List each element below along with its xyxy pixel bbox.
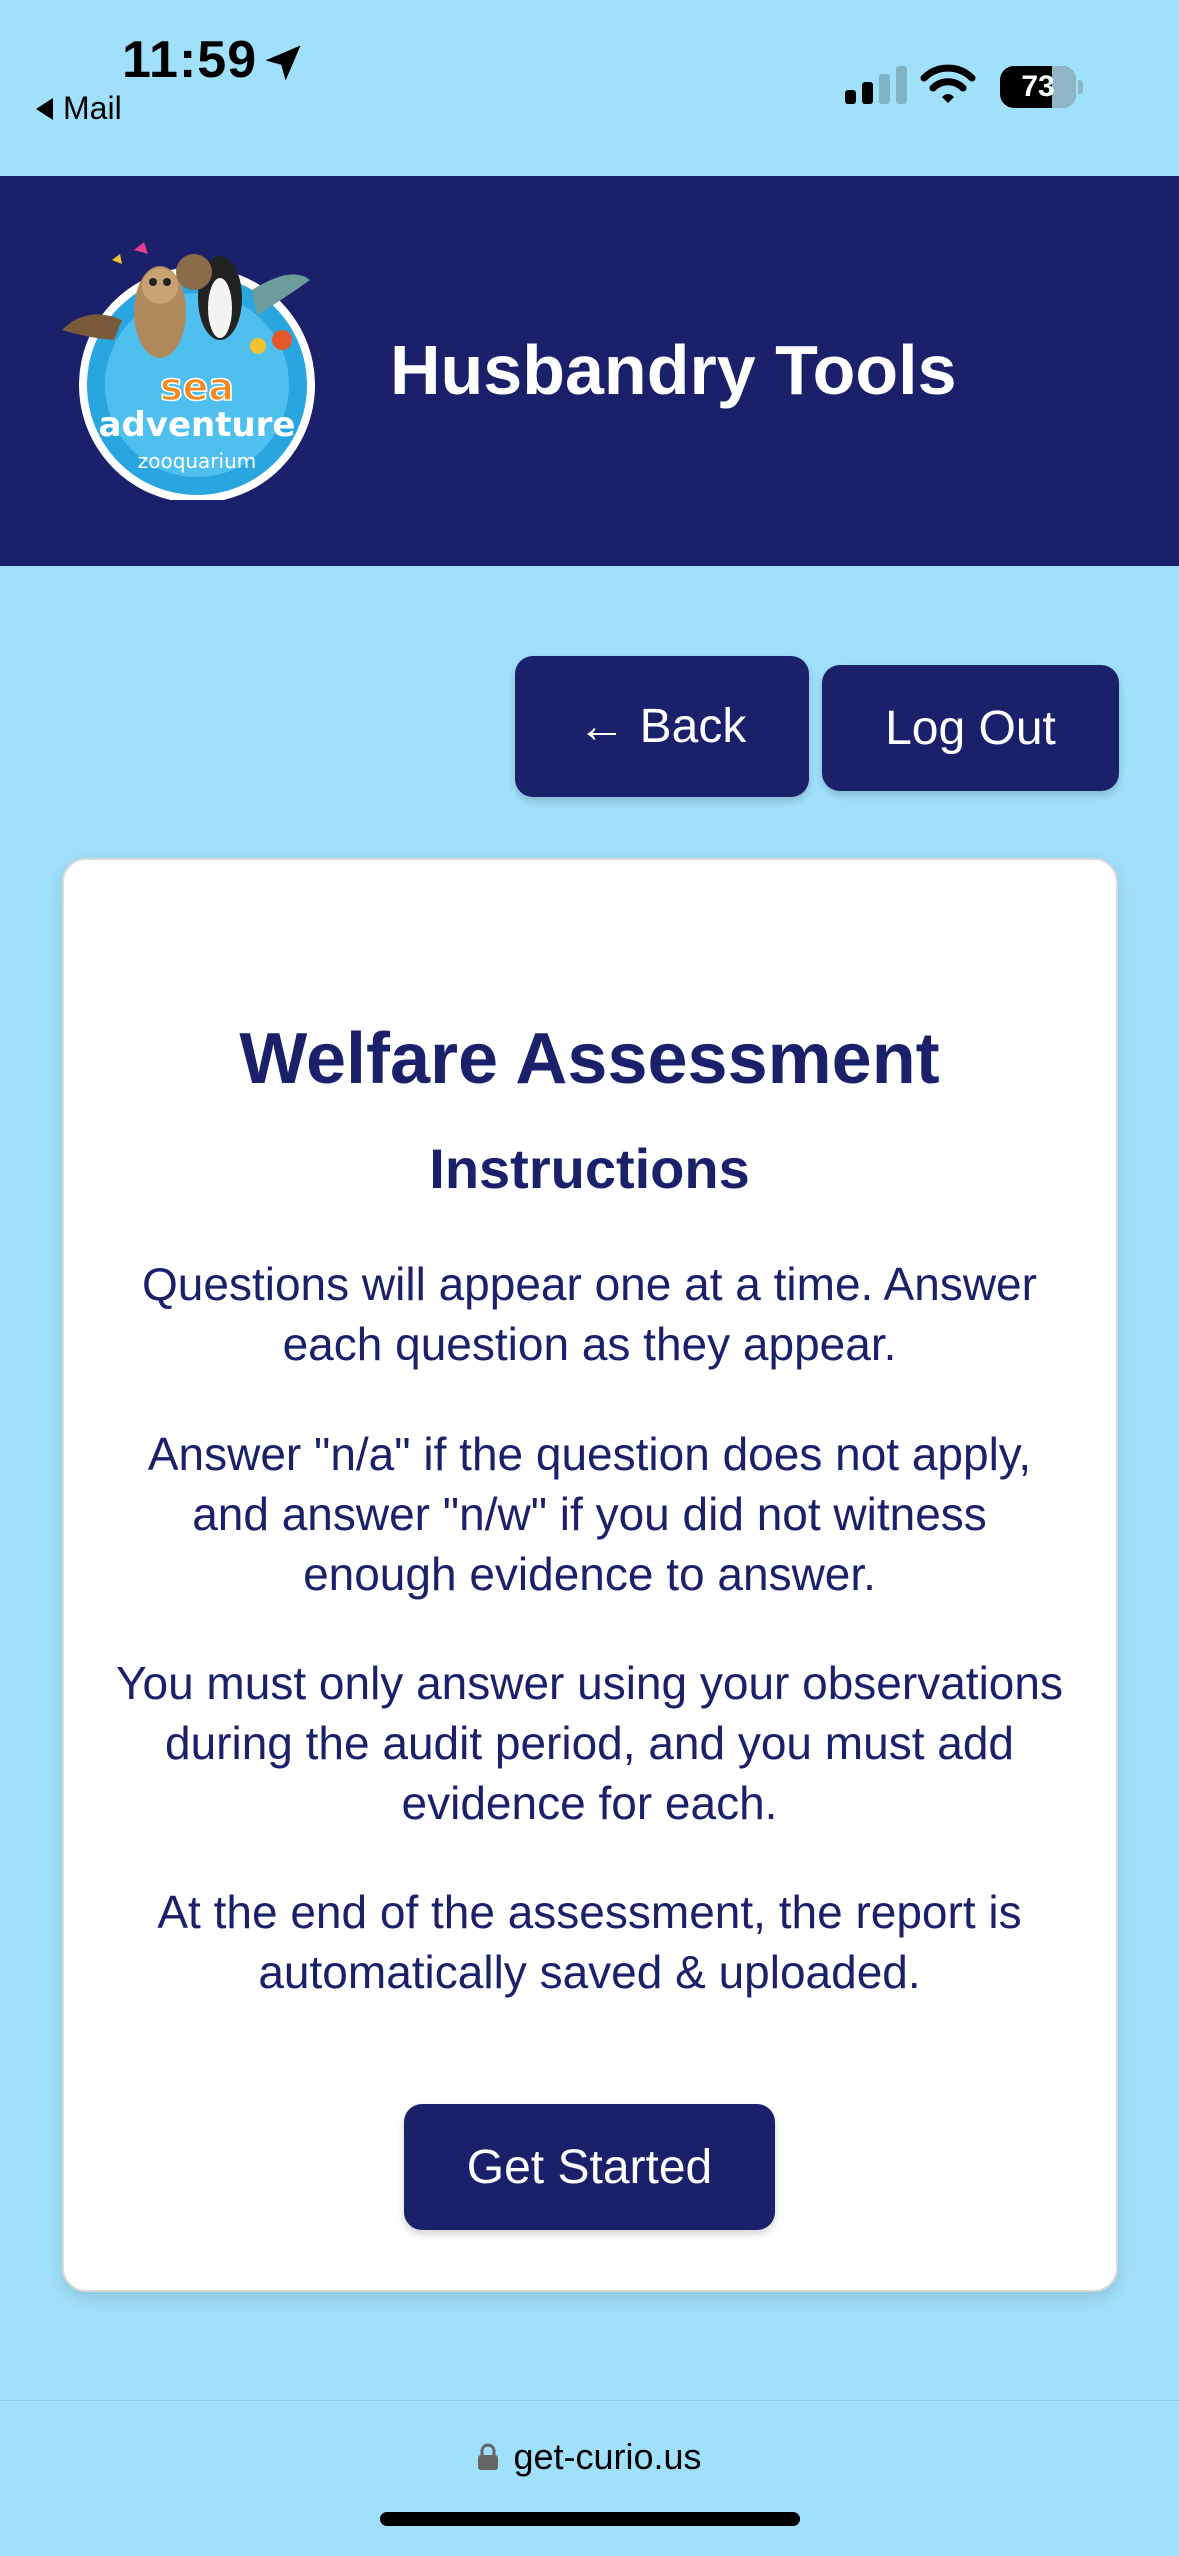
back-to-app-link[interactable]: Mail xyxy=(36,90,122,127)
signal-icon xyxy=(845,64,907,104)
instruction-paragraph: You must only answer using your observat… xyxy=(116,1657,1063,1829)
back-arrow-icon: ← xyxy=(577,700,626,753)
get-started-button[interactable]: Get Started xyxy=(404,2104,775,2230)
instruction-paragraph: Questions will appear one at a time. Ans… xyxy=(142,1258,1037,1370)
browser-url-bar[interactable] xyxy=(0,2400,1179,2556)
location-arrow-icon xyxy=(265,45,301,81)
instructions-heading: Instructions xyxy=(429,1137,750,1200)
logo-text-zooquarium: zooquarium xyxy=(138,449,257,473)
back-button[interactable]: ← Back xyxy=(515,656,809,797)
instruction-paragraph: Answer "n/a" if the question does not ap… xyxy=(147,1428,1032,1600)
instruction-paragraph: At the end of the assessment, the report… xyxy=(157,1886,1022,1998)
battery-tip xyxy=(1078,80,1083,94)
back-app-label: Mail xyxy=(63,90,122,126)
app-title: Husbandry Tools xyxy=(390,331,957,409)
sealife-logo: sea adventure zooquarium xyxy=(62,242,315,500)
battery-percent: 73 xyxy=(1021,70,1055,103)
back-button-label: Back xyxy=(639,700,747,753)
page-title: Welfare Assessment xyxy=(239,1019,940,1099)
back-triangle-icon xyxy=(36,97,53,120)
wifi-icon xyxy=(920,64,976,103)
status-time: 11:59 xyxy=(122,31,258,89)
logo-text-adventure: adventure xyxy=(99,405,296,445)
logo-text-sea: sea xyxy=(160,365,234,409)
battery-icon: 73 xyxy=(1000,66,1076,108)
url-text: get-curio.us xyxy=(513,2436,702,2477)
lock-icon xyxy=(478,2443,499,2470)
url-display[interactable]: get-curio.us xyxy=(0,2436,1179,2478)
home-indicator[interactable] xyxy=(380,2512,800,2526)
logout-button[interactable]: Log Out xyxy=(822,665,1119,791)
